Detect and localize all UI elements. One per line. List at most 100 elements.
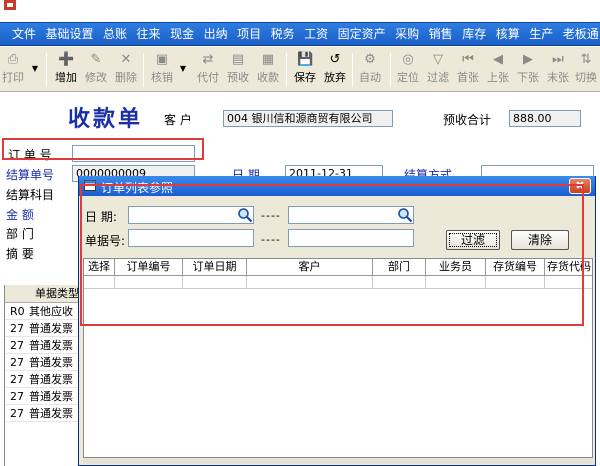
delete-button[interactable]: ✕ 删除 <box>112 50 140 90</box>
list-header-doc-type: 单据类型 <box>5 285 79 303</box>
toolbar-separator <box>352 53 353 87</box>
app-logo-icon <box>4 0 16 10</box>
menu-fixed-assets[interactable]: 固定资产 <box>335 23 389 45</box>
switch-button[interactable]: ⇅ 切换 <box>572 50 600 90</box>
page-title: 收款单 <box>68 106 144 132</box>
order-no-field[interactable] <box>72 145 195 162</box>
column-inventory-no[interactable]: 存货编号 <box>486 259 545 276</box>
save-label: 保存 <box>294 71 316 84</box>
close-icon: ✖ <box>575 179 585 192</box>
menu-general-ledger[interactable]: 总账 <box>100 23 130 45</box>
toolbar-separator <box>46 53 47 87</box>
docno-to-input[interactable] <box>288 229 414 247</box>
customer-field[interactable]: 004 银川信和源商贸有限公司 <box>223 110 393 127</box>
list-item[interactable]: 27 普通发票 <box>5 320 78 337</box>
menu-accounts[interactable]: 往来 <box>134 23 164 45</box>
column-dept[interactable]: 部门 <box>373 259 426 276</box>
save-button[interactable]: 💾 保存 <box>291 50 319 90</box>
clear-button[interactable]: 清除 <box>511 230 569 250</box>
next-record-button[interactable]: ▶ 下张 <box>514 50 542 90</box>
print-dropdown-button[interactable]: ▼ <box>30 61 40 77</box>
list-item[interactable]: 27 普通发票 <box>5 405 78 422</box>
edit-label: 修改 <box>85 71 107 84</box>
prev-record-icon: ◀ <box>493 52 503 67</box>
menu-basic-settings[interactable]: 基础设置 <box>43 23 97 45</box>
settle-no-label: 结算单号 <box>6 168 55 182</box>
abandon-button[interactable]: ↺ 放弃 <box>321 50 349 90</box>
toolbar-separator <box>286 53 287 87</box>
writeoff-icon: ▣ <box>155 52 169 67</box>
column-salesperson[interactable]: 业务员 <box>426 259 486 276</box>
next-record-label: 下张 <box>517 71 539 84</box>
dept-label: 部 门 <box>6 227 34 241</box>
print-button[interactable]: ⎙ 打印 <box>0 50 26 90</box>
column-customer[interactable]: 客户 <box>247 259 373 276</box>
order-list-dialog: 订单列表参照 ✖ 日 期: ---- 单据号: ---- 过滤 清除 选择 订单… <box>78 176 596 466</box>
date-from-input[interactable] <box>128 206 254 224</box>
prev-record-button[interactable]: ◀ 上张 <box>484 50 512 90</box>
auto-button[interactable]: ⚙ 自动 <box>356 50 384 90</box>
add-button[interactable]: ➕ 增加 <box>52 50 80 90</box>
receive-button[interactable]: ▦ 收款 <box>254 50 282 90</box>
delete-label: 删除 <box>115 71 137 84</box>
menubar: 文件 基础设置 总账 往来 现金 出纳 项目 税务 工资 固定资产 采购 销售 … <box>0 22 600 46</box>
menu-cash[interactable]: 现金 <box>167 23 197 45</box>
list-item[interactable]: 27 普通发票 <box>5 337 78 354</box>
proxy-pay-label: 代付 <box>197 71 219 84</box>
menu-payroll[interactable]: 工资 <box>301 23 331 45</box>
table-row[interactable] <box>84 276 592 289</box>
prereceive-total-label: 预收合计 <box>443 113 492 127</box>
horizontal-scrollbar[interactable] <box>83 458 593 464</box>
close-button[interactable]: ✖ <box>569 178 591 194</box>
menu-production[interactable]: 生产 <box>526 23 556 45</box>
first-record-button[interactable]: ⏮ 首张 <box>454 50 482 90</box>
new-document-icon: ➕ <box>58 52 75 67</box>
filter-funnel-icon: ▽ <box>433 52 443 67</box>
menu-file[interactable]: 文件 <box>0 23 39 45</box>
locate-button[interactable]: ◎ 定位 <box>394 50 422 90</box>
locate-icon: ◎ <box>402 52 414 67</box>
dialog-titlebar[interactable]: 订单列表参照 ✖ <box>79 176 595 196</box>
writeoff-button[interactable]: ▣ 核销 <box>148 50 176 90</box>
menu-cashier[interactable]: 出纳 <box>201 23 231 45</box>
column-select[interactable]: 选择 <box>84 259 115 276</box>
column-inventory-code[interactable]: 存货代码 <box>545 259 592 276</box>
receive-icon: ▦ <box>261 52 275 67</box>
filter-apply-button[interactable]: 过滤 <box>446 230 500 250</box>
list-item[interactable]: 27 普通发票 <box>5 371 78 388</box>
prereceive-button[interactable]: ▤ 预收 <box>224 50 252 90</box>
prereceive-label: 预收 <box>227 71 249 84</box>
menu-costing[interactable]: 核算 <box>493 23 523 45</box>
menu-tax[interactable]: 税务 <box>268 23 298 45</box>
menu-boss[interactable]: 老板通 <box>560 23 600 45</box>
menu-sales[interactable]: 销售 <box>426 23 456 45</box>
window-titlebar <box>0 0 600 22</box>
locate-label: 定位 <box>397 71 419 84</box>
writeoff-dropdown-button[interactable]: ▼ <box>178 61 188 77</box>
summary-label: 摘 要 <box>6 247 34 261</box>
list-item[interactable]: R0 其他应收 <box>5 303 78 320</box>
search-icon[interactable] <box>237 207 253 223</box>
prev-record-label: 上张 <box>487 71 509 84</box>
list-item[interactable]: 27 普通发票 <box>5 388 78 405</box>
order-no-label: 订 单 号 <box>8 148 52 162</box>
toolbar-separator <box>390 53 391 87</box>
list-item[interactable]: 27 普通发票 <box>5 354 78 371</box>
menu-inventory[interactable]: 库存 <box>459 23 489 45</box>
proxy-pay-button[interactable]: ⇄ 代付 <box>194 50 222 90</box>
docno-from-input[interactable] <box>128 229 254 247</box>
last-record-label: 末张 <box>547 71 569 84</box>
writeoff-label: 核销 <box>151 71 173 84</box>
column-order-date[interactable]: 订单日期 <box>183 259 247 276</box>
last-record-button[interactable]: ⏭ 末张 <box>544 50 572 90</box>
column-order-no[interactable]: 订单编号 <box>115 259 183 276</box>
menu-project[interactable]: 项目 <box>234 23 264 45</box>
edit-button[interactable]: ✎ 修改 <box>82 50 110 90</box>
search-icon[interactable] <box>397 207 413 223</box>
filter-button[interactable]: ▽ 过滤 <box>424 50 452 90</box>
order-list-table: 选择 订单编号 订单日期 客户 部门 业务员 存货编号 存货代码 <box>83 258 593 458</box>
date-to-input[interactable] <box>288 206 414 224</box>
switch-icon: ⇅ <box>580 52 592 67</box>
prereceive-total-field: 888.00 <box>509 110 581 127</box>
menu-purchase[interactable]: 采购 <box>392 23 422 45</box>
